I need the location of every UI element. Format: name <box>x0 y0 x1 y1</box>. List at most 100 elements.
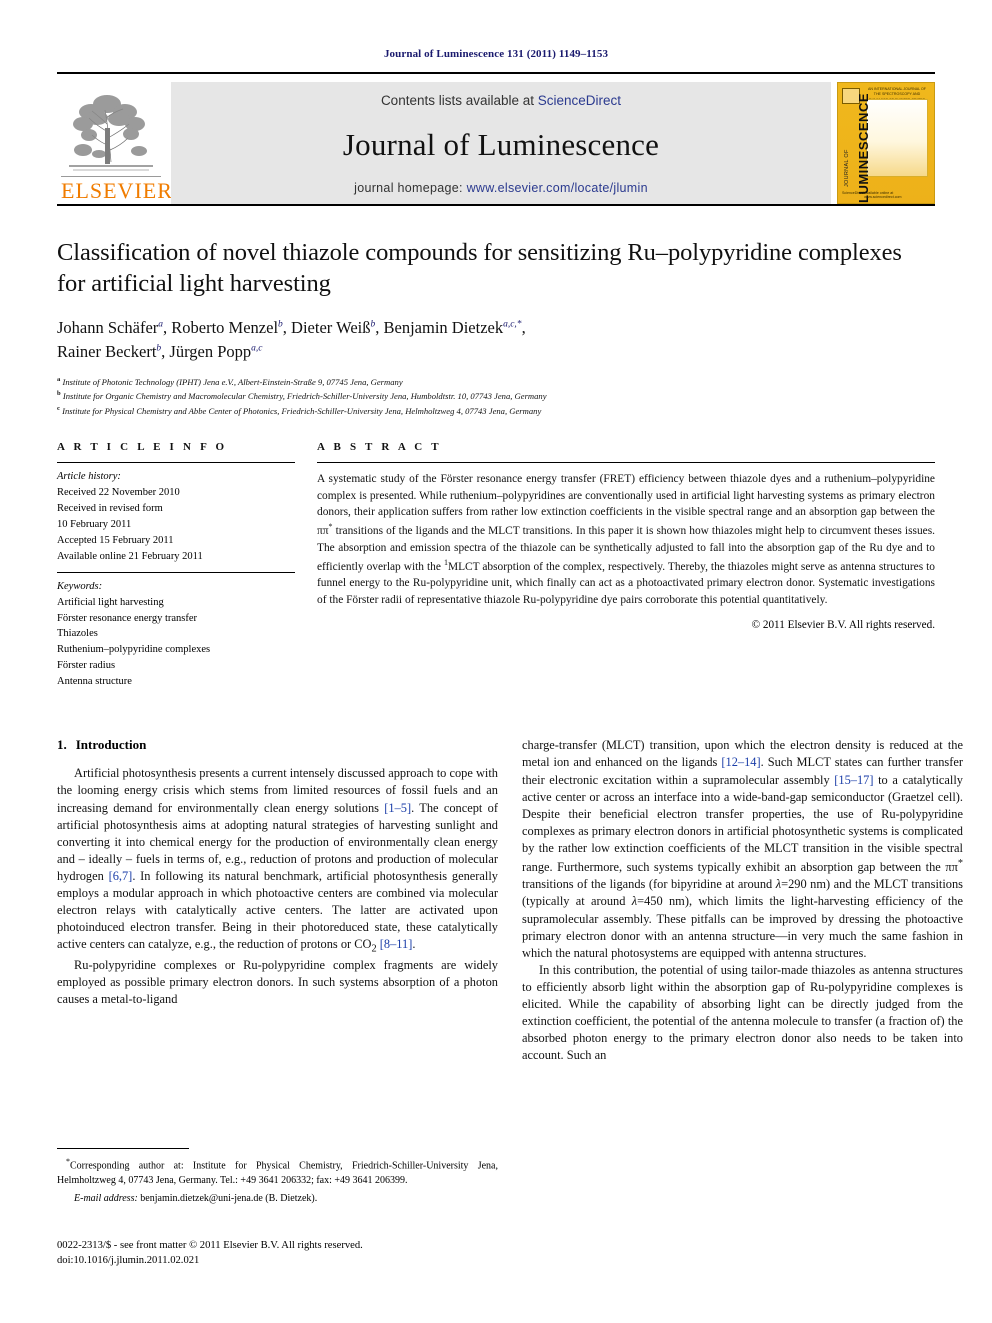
affiliation-list: a Institute of Photonic Technology (IPHT… <box>57 375 935 419</box>
body-column-right: charge-transfer (MLCT) transition, upon … <box>522 737 963 1064</box>
subscript: 2 <box>371 943 377 955</box>
abstract-copyright: © 2011 Elsevier B.V. All rights reserved… <box>751 618 935 631</box>
email-value[interactable]: benjamin.dietzek@uni-jena.de (B. Dietzek… <box>140 1193 317 1204</box>
keywords-label: Keywords: <box>57 580 103 592</box>
affiliation-mark: a <box>57 375 61 383</box>
abstract-column: A B S T R A C T A systematic study of th… <box>317 441 935 697</box>
footnote-rule <box>57 1148 189 1149</box>
article-history-item: Received 22 November 2010 <box>57 486 180 498</box>
author-name: Benjamin Dietzek <box>383 317 504 337</box>
email-note: E-mail address: benjamin.dietzek@uni-jen… <box>57 1192 498 1206</box>
header-rule-top <box>57 72 935 74</box>
citation-ref[interactable]: [12–14] <box>721 755 760 769</box>
elsevier-logo: ELSEVIER <box>57 82 173 204</box>
running-head: Journal of Luminescence 131 (2011) 1149–… <box>383 48 609 60</box>
article-history-item: Available online 21 February 2011 <box>57 550 203 562</box>
email-label: E-mail address: <box>74 1192 138 1204</box>
body-column-left: 1. Introduction Artificial photosynthesis… <box>57 737 498 1064</box>
homepage-prefix: journal homepage: <box>354 181 467 195</box>
imprint-block: 0022-2313/$ - see front matter © 2011 El… <box>57 1238 498 1269</box>
author-name: Jürgen Popp <box>169 341 252 361</box>
abstract-heading: A B S T R A C T <box>317 440 442 453</box>
elsevier-wordmark: ELSEVIER <box>61 176 173 203</box>
author-name: Roberto Menzel <box>171 317 279 337</box>
paragraph: In this contribution, the potential of u… <box>522 962 963 1063</box>
author-affil-mark: a,c <box>251 343 263 354</box>
author-affil-mark: b <box>278 319 283 330</box>
title-block: Classification of novel thiazole compoun… <box>57 238 935 419</box>
contents-available-line: Contents lists available at ScienceDirec… <box>381 93 621 108</box>
affiliation-text: Institute for Physical Chemistry and Abb… <box>62 405 542 416</box>
author-affil-mark: a <box>158 319 164 330</box>
author-affil-mark: b <box>156 343 162 354</box>
affiliation-text: Institute of Photonic Technology (IPHT) … <box>62 376 403 387</box>
keyword-item: Förster radius <box>57 660 116 672</box>
info-abstract-row: A R T I C L E I N F O Article history: R… <box>57 441 935 697</box>
corresponding-author-text: Corresponding author at: Institute for P… <box>57 1160 498 1186</box>
keyword-item: Antenna structure <box>57 676 132 688</box>
article-history-label: Article history: <box>57 470 121 482</box>
affiliation-item: a Institute of Photonic Technology (IPHT… <box>57 375 935 390</box>
author-list: Johann Schäfera, Roberto Menzelb, Dieter… <box>57 317 526 361</box>
journal-cover-thumbnail: AN INTERNATIONAL JOURNAL OF THE SPECTROS… <box>837 82 935 204</box>
journal-title: Journal of Luminescence <box>342 127 660 162</box>
section-heading-introduction: 1. Introduction <box>57 737 498 753</box>
citation-ref[interactable]: [15–17] <box>834 773 873 787</box>
article-history-item: Accepted 15 February 2011 <box>57 534 174 546</box>
cover-title-vertical: LUMINESCENCE <box>856 92 871 203</box>
abstract-text: A systematic study of the Förster resona… <box>317 463 935 609</box>
sciencedirect-link[interactable]: ScienceDirect <box>538 93 621 108</box>
journal-masthead: ELSEVIER Contents lists available at Sci… <box>57 82 935 204</box>
page-title: Classification of novel thiazole compoun… <box>57 239 902 297</box>
author-affil-mark: a,c,* <box>503 319 522 330</box>
keyword-item: Förster resonance energy transfer <box>57 612 198 624</box>
author-name: Dieter Weiß <box>291 317 371 337</box>
header-rule-bottom <box>57 204 935 206</box>
keyword-item: Thiazoles <box>57 628 98 640</box>
paragraph-text: to a catalytically active center or acro… <box>522 772 963 875</box>
citation-ref[interactable]: [1–5] <box>384 801 411 815</box>
keyword-item: Artificial light harvesting <box>57 596 164 608</box>
article-info-column: A R T I C L E I N F O Article history: R… <box>57 441 295 697</box>
keywords-group: Keywords: Artificial light harvesting Fö… <box>57 573 295 698</box>
cover-bottom-left: ScienceDirect <box>842 191 865 195</box>
superscript-star: * <box>957 858 963 870</box>
body-columns: 1. Introduction Artificial photosynthesis… <box>57 737 963 1064</box>
cover-subtitle-vertical: JOURNAL OF <box>844 149 850 187</box>
elsevier-tree-icon <box>69 95 153 171</box>
cover-bottom-row: ScienceDirect Available online at www.sc… <box>842 191 930 199</box>
section-label: Introduction <box>75 737 147 753</box>
imprint-line-doi: doi:10.1016/j.jlumin.2011.02.021 <box>57 1255 200 1267</box>
author-name: Johann Schäfer <box>57 317 159 337</box>
author-affil-mark: b <box>370 319 376 330</box>
journal-banner: Contents lists available at ScienceDirec… <box>171 82 831 204</box>
author-name: Rainer Beckert <box>57 341 157 361</box>
paragraph: Artificial photosynthesis presents a cur… <box>57 765 498 957</box>
affiliation-mark: c <box>57 405 60 413</box>
cover-bottom-right: Available online at www.sciencedirect.co… <box>864 191 902 199</box>
affiliation-text: Institute for Organic Chemistry and Macr… <box>62 391 547 402</box>
article-page: Journal of Luminescence 131 (2011) 1149–… <box>0 0 992 1323</box>
paragraph-text: . <box>412 937 416 952</box>
footnote-area: *Corresponding author at: Institute for … <box>57 1148 498 1206</box>
paragraph: Ru-polypyridine complexes or Ru-polypyri… <box>57 958 498 1007</box>
article-history-item: 10 February 2011 <box>57 518 132 530</box>
affiliation-item: b Institute for Organic Chemistry and Ma… <box>57 389 935 404</box>
article-history-group: Article history: Received 22 November 20… <box>57 463 295 572</box>
journal-homepage-link[interactable]: www.elsevier.com/locate/jlumin <box>467 181 648 195</box>
cover-inner-panel <box>866 99 928 177</box>
section-number: 1. <box>57 737 67 753</box>
contents-prefix: Contents lists available at <box>380 93 538 108</box>
affiliation-item: c Institute for Physical Chemistry and A… <box>57 404 935 419</box>
paragraph: charge-transfer (MLCT) transition, upon … <box>522 737 963 962</box>
keyword-item: Ruthenium–polypyridine complexes <box>57 644 211 656</box>
article-info-heading: A R T I C L E I N F O <box>57 440 228 453</box>
imprint-line-issn: 0022-2313/$ - see front matter © 2011 El… <box>57 1240 363 1251</box>
article-history-item: Received in revised form <box>57 502 163 514</box>
citation-ref[interactable]: [8–11] <box>380 937 413 951</box>
paragraph-text: transitions of the ligands (for bipyridi… <box>522 877 776 892</box>
citation-ref[interactable]: [6,7] <box>109 869 133 883</box>
affiliation-mark: b <box>57 390 61 398</box>
journal-homepage-line: journal homepage: www.elsevier.com/locat… <box>354 181 648 195</box>
corresponding-author-note: *Corresponding author at: Institute for … <box>57 1156 498 1188</box>
